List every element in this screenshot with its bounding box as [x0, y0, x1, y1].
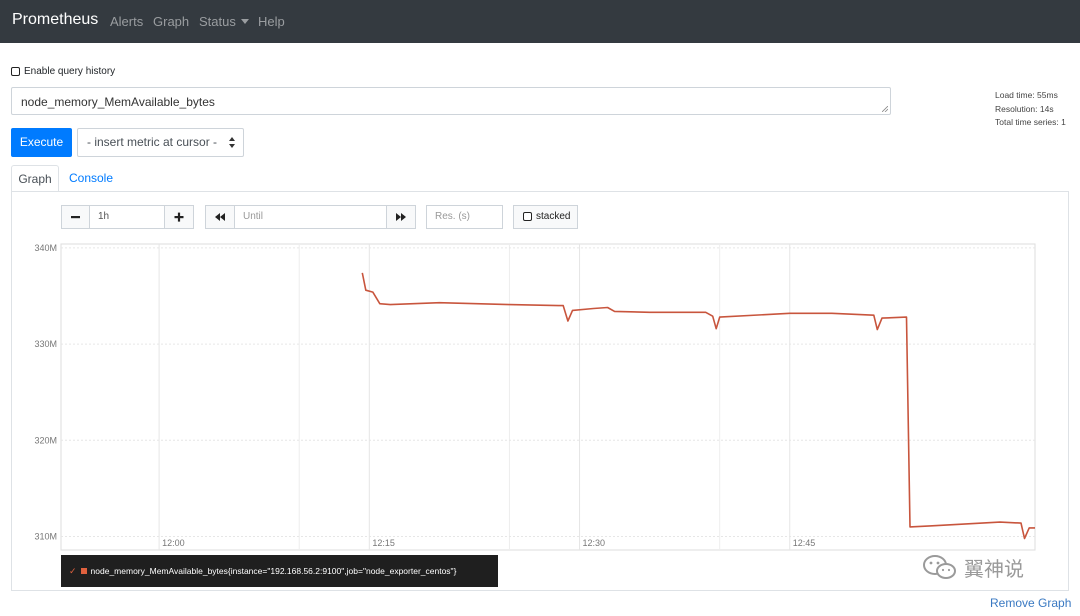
stacked-label: stacked	[536, 211, 571, 222]
plus-icon	[174, 212, 184, 222]
expression-text: node_memory_MemAvailable_bytes	[21, 95, 215, 109]
expression-input[interactable]: node_memory_MemAvailable_bytes	[11, 87, 891, 115]
metric-select-label: - insert metric at cursor -	[87, 135, 218, 149]
nav-status[interactable]: Status	[199, 14, 249, 29]
stacked-toggle[interactable]: stacked	[513, 205, 578, 229]
brand-logo[interactable]: Prometheus	[12, 11, 98, 29]
backward-icon	[215, 213, 225, 221]
increase-range-button[interactable]	[164, 205, 194, 229]
minus-icon	[71, 216, 80, 219]
decrease-range-button[interactable]	[61, 205, 90, 229]
back-button[interactable]	[205, 205, 235, 229]
nav-graph[interactable]: Graph	[153, 14, 189, 29]
until-input[interactable]: Until	[234, 205, 387, 229]
wechat-logo-icon	[923, 555, 956, 579]
range-value: 1h	[98, 211, 110, 222]
range-input[interactable]: 1h	[89, 205, 165, 229]
legend-series-label: node_memory_MemAvailable_bytes{instance=…	[90, 566, 457, 576]
forward-button[interactable]	[386, 205, 416, 229]
resize-handle-icon[interactable]	[882, 106, 888, 112]
insert-metric-select[interactable]: - insert metric at cursor -	[77, 128, 244, 157]
nav-help[interactable]: Help	[258, 14, 285, 29]
series-color-swatch	[80, 568, 87, 574]
until-placeholder: Until	[243, 211, 264, 222]
resolution-input[interactable]: Res. (s)	[426, 205, 503, 229]
total-series: Total time series: 1	[995, 117, 1066, 127]
chevron-down-icon	[240, 19, 249, 24]
graph-panel	[11, 191, 1069, 591]
execute-button[interactable]: Execute	[11, 128, 72, 157]
stacked-checkbox[interactable]	[523, 212, 532, 221]
tab-graph[interactable]: Graph	[11, 165, 59, 192]
top-navbar: Prometheus Alerts Graph Status Help	[0, 0, 1080, 43]
select-arrows-icon	[229, 137, 235, 148]
query-stats: Load time: 55ms Resolution: 14s Total ti…	[995, 89, 1066, 130]
watermark: 翼神说	[920, 548, 1050, 586]
nav-status-label: Status	[199, 14, 236, 29]
resolution-placeholder: Res. (s)	[435, 211, 470, 222]
graph-legend[interactable]: ✓ node_memory_MemAvailable_bytes{instanc…	[61, 555, 498, 587]
history-checkbox[interactable]	[11, 67, 20, 76]
load-time: Load time: 55ms	[995, 90, 1058, 100]
tab-console[interactable]: Console	[61, 165, 121, 192]
history-label: Enable query history	[24, 66, 116, 77]
nav-alerts[interactable]: Alerts	[110, 14, 143, 29]
checkmark-icon: ✓	[69, 565, 77, 576]
resolution: Resolution: 14s	[995, 103, 1054, 114]
watermark-text: 翼神说	[964, 558, 1024, 581]
query-history-toggle[interactable]: Enable query history	[11, 66, 115, 77]
remove-graph-link[interactable]: Remove Graph	[990, 596, 1071, 610]
forward-icon	[396, 213, 406, 221]
